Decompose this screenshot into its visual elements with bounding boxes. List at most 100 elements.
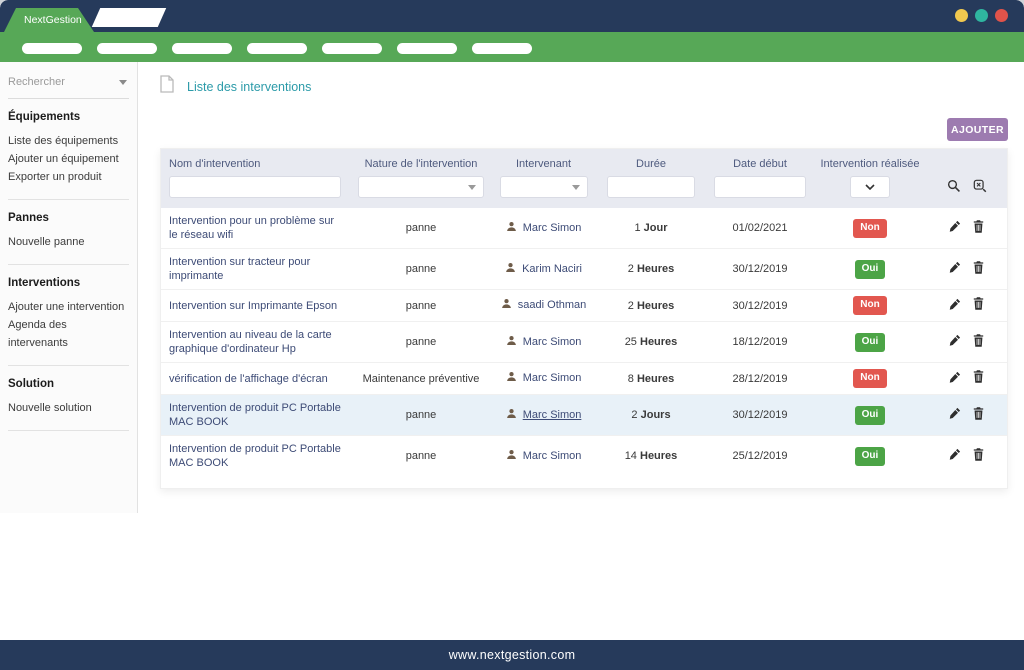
intervenant-link[interactable]: Marc Simon — [523, 372, 582, 384]
table-row[interactable]: Intervention de produit PC Portable MAC … — [161, 395, 1007, 436]
start-date: 30/12/2019 — [706, 395, 814, 436]
user-icon — [501, 300, 515, 312]
page-title-text: Liste des interventions — [187, 80, 311, 94]
nav-pill[interactable] — [472, 43, 532, 54]
page-title: Liste des interventions — [160, 75, 311, 98]
sidebar-item[interactable]: Nouvelle panne — [8, 233, 129, 251]
sidebar-item[interactable]: Ajouter une intervention — [8, 298, 129, 316]
col-header-actions — [926, 149, 1007, 173]
duration-value: 14 — [625, 450, 637, 462]
filter-duree-input[interactable] — [607, 176, 695, 198]
intervention-nature: panne — [351, 249, 491, 290]
delete-icon-button[interactable] — [973, 407, 984, 424]
edit-button[interactable] — [949, 298, 961, 314]
table-row[interactable]: Intervention sur tracteur pour imprimant… — [161, 249, 1007, 290]
sidebar-item[interactable]: Agenda des intervenants — [8, 316, 129, 352]
filter-realisee-select[interactable] — [850, 176, 890, 198]
window-titlebar: NextGestion — [0, 0, 1024, 32]
window-control-yellow[interactable] — [955, 9, 968, 22]
edit-button[interactable] — [949, 220, 961, 236]
col-header-duree: Durée — [596, 149, 706, 173]
clear-search-icon[interactable] — [973, 179, 987, 193]
interventions-table-card: Nom d'intervention Nature de l'intervent… — [160, 148, 1008, 489]
delete-icon-button[interactable] — [973, 334, 984, 351]
user-icon — [506, 410, 520, 422]
edit-button[interactable] — [949, 371, 961, 387]
delete-icon-button[interactable] — [973, 261, 984, 278]
status-badge: Oui — [855, 406, 886, 425]
status-badge: Non — [853, 296, 886, 315]
filter-date-input[interactable] — [714, 176, 806, 198]
add-button[interactable]: AJOUTER — [947, 118, 1008, 141]
sidebar-section: Solution Nouvelle solution — [8, 366, 129, 431]
table-row[interactable]: vérification de l'affichage d'écran Main… — [161, 363, 1007, 395]
intervenant-link[interactable]: Marc Simon — [523, 409, 582, 421]
intervenant-link[interactable]: Marc Simon — [523, 450, 582, 462]
window-control-teal[interactable] — [975, 9, 988, 22]
start-date: 18/12/2019 — [706, 322, 814, 363]
edit-button[interactable] — [949, 448, 961, 464]
sidebar-search[interactable] — [8, 76, 129, 99]
window-control-red[interactable] — [995, 9, 1008, 22]
sidebar-section: Interventions Ajouter une interventionAge… — [8, 265, 129, 366]
nav-pill[interactable] — [97, 43, 157, 54]
delete-icon-button[interactable] — [973, 220, 984, 237]
intervention-name: Intervention pour un problème sur le rés… — [161, 208, 351, 249]
nav-pill[interactable] — [322, 43, 382, 54]
browser-tab-shape[interactable] — [92, 8, 166, 27]
user-icon — [506, 223, 520, 235]
delete-icon-button[interactable] — [973, 448, 984, 465]
table-row[interactable]: Intervention sur Imprimante Epson panne … — [161, 290, 1007, 322]
intervention-name: Intervention au niveau de la carte graph… — [161, 322, 351, 363]
table-row[interactable]: Intervention de produit PC Portable MAC … — [161, 436, 1007, 477]
duration-unit: Heures — [637, 300, 674, 312]
intervenant-link[interactable]: Marc Simon — [523, 222, 582, 234]
table-row[interactable]: Intervention pour un problème sur le rés… — [161, 208, 1007, 249]
intervenant-link[interactable]: Marc Simon — [523, 336, 582, 348]
duration-unit: Jours — [641, 409, 671, 421]
sidebar-section-title: Pannes — [8, 212, 129, 224]
table-row[interactable]: Intervention au niveau de la carte graph… — [161, 322, 1007, 363]
delete-icon-button[interactable] — [973, 370, 984, 387]
intervenant-link[interactable]: Karim Naciri — [522, 263, 582, 275]
search-icon[interactable] — [947, 179, 961, 193]
edit-button[interactable] — [949, 334, 961, 350]
nav-pill-row — [0, 32, 1024, 54]
delete-icon-button[interactable] — [973, 297, 984, 314]
chevron-down-icon[interactable] — [119, 80, 127, 85]
intervenant-link[interactable]: saadi Othman — [518, 299, 586, 311]
col-header-realisee: Intervention réalisée — [814, 149, 926, 173]
filter-nature-select[interactable] — [358, 176, 484, 198]
search-input[interactable] — [8, 76, 115, 88]
nav-pill[interactable] — [397, 43, 457, 54]
sidebar-item[interactable]: Exporter un produit — [8, 168, 129, 186]
intervention-name: Intervention sur tracteur pour imprimant… — [161, 249, 351, 290]
user-icon — [505, 264, 519, 276]
filter-intervenant-select[interactable] — [500, 176, 588, 198]
duration-value: 25 — [625, 336, 637, 348]
sidebar-item[interactable]: Liste des équipements — [8, 132, 129, 150]
sidebar-section-title: Solution — [8, 378, 129, 390]
start-date: 30/12/2019 — [706, 290, 814, 322]
app-window: NextGestion ÉquipementsListe des équipem… — [0, 0, 1024, 670]
edit-button[interactable] — [949, 261, 961, 277]
status-badge: Oui — [855, 333, 886, 352]
sidebar-sections: ÉquipementsListe des équipementsAjouter … — [8, 99, 129, 431]
start-date: 25/12/2019 — [706, 436, 814, 477]
edit-button[interactable] — [949, 407, 961, 423]
interventions-table: Nom d'intervention Nature de l'intervent… — [161, 149, 1007, 476]
main-content: Liste des interventions AJOUTER Nom d'in… — [138, 62, 1024, 640]
sidebar-section-title: Interventions — [8, 277, 129, 289]
intervention-nature: panne — [351, 208, 491, 249]
sidebar-item[interactable]: Nouvelle solution — [8, 399, 129, 417]
nav-pill[interactable] — [172, 43, 232, 54]
sidebar: ÉquipementsListe des équipementsAjouter … — [0, 62, 138, 513]
filter-nom-input[interactable] — [169, 176, 341, 198]
intervention-name: Intervention de produit PC Portable MAC … — [161, 436, 351, 477]
nav-pill[interactable] — [247, 43, 307, 54]
intervention-nature: Maintenance préventive — [351, 363, 491, 395]
intervention-nature: panne — [351, 436, 491, 477]
window-controls — [955, 9, 1008, 22]
nav-pill[interactable] — [22, 43, 82, 54]
sidebar-item[interactable]: Ajouter un équipement — [8, 150, 129, 168]
